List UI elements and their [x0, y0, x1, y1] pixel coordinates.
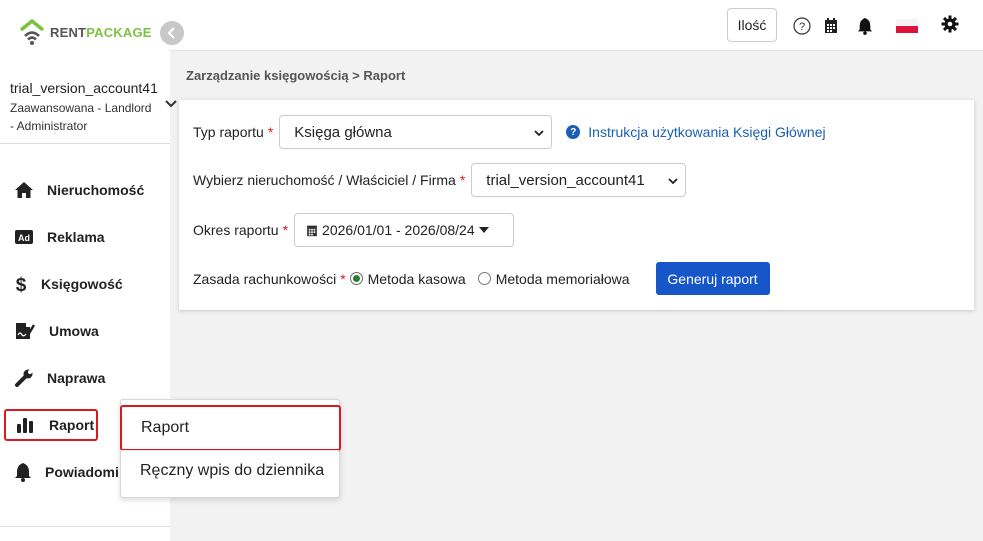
- help-circle-icon[interactable]: ?: [793, 17, 811, 35]
- report-type-label: Typ raportu: [193, 124, 264, 140]
- date-range-picker[interactable]: 2026/01/01 - 2026/08/24: [294, 213, 515, 247]
- brand-rent: RENT: [50, 24, 87, 40]
- sidebar-divider: [0, 143, 170, 144]
- report-type-row: Typ raportu * Księga główna ? Instrukcja…: [193, 115, 826, 149]
- account-info[interactable]: trial_version_account41 Zaawansowana - L…: [10, 80, 175, 135]
- generate-report-button[interactable]: Generuj raport: [655, 262, 770, 295]
- gear-icon[interactable]: [941, 15, 959, 33]
- house-wifi-logo-icon: [18, 18, 46, 46]
- ad-icon: Ad: [14, 227, 34, 247]
- flag-pl-icon[interactable]: [896, 17, 918, 35]
- quantity-button[interactable]: Ilość: [727, 8, 777, 42]
- radio-accrual-label[interactable]: Metoda memoriałowa: [496, 271, 630, 287]
- help-link[interactable]: ? Instrukcja użytkowania Księgi Głównej: [566, 124, 826, 140]
- brand-name: RENTPACKAGE: [50, 25, 152, 40]
- calendar-icon[interactable]: [822, 17, 840, 35]
- sidebar-divider: [0, 526, 170, 527]
- svg-text:$: $: [16, 275, 27, 294]
- sidebar-item-naprawa[interactable]: Naprawa: [4, 362, 105, 394]
- bell-icon[interactable]: [856, 17, 874, 35]
- submenu-item-journal-entry[interactable]: Ręczny wpis do dziennika: [121, 448, 341, 494]
- sidebar-item-raport[interactable]: Raport: [4, 409, 98, 441]
- required-mark: *: [282, 222, 289, 238]
- chevron-left-icon: [167, 27, 175, 39]
- property-label: Wybierz nieruchomość / Właściciel / Firm…: [193, 172, 456, 188]
- sidebar-item-label: Reklama: [47, 229, 105, 245]
- radio-cash[interactable]: [349, 272, 363, 285]
- chevron-down-icon[interactable]: [163, 96, 179, 112]
- signature-icon: [14, 321, 36, 341]
- period-label: Okres raportu: [193, 222, 279, 238]
- sidebar-item-ksiegowosc[interactable]: $ Księgowość: [4, 268, 123, 300]
- sidebar-item-label: Nieruchomość: [47, 182, 145, 198]
- collapse-sidebar-button[interactable]: [160, 21, 184, 45]
- dollar-icon: $: [14, 274, 28, 294]
- period-value: 2026/01/01 - 2026/08/24: [322, 222, 475, 238]
- period-row: Okres raportu * 2026/01/01 - 2026/08/24: [193, 213, 515, 247]
- sidebar-item-label: Księgowość: [41, 276, 123, 292]
- property-select[interactable]: trial_version_account41: [471, 163, 687, 197]
- house-icon: [14, 180, 34, 200]
- bell-icon: [14, 462, 32, 482]
- property-value: trial_version_account41: [486, 171, 645, 189]
- brand-package: PACKAGE: [86, 24, 152, 40]
- required-mark: *: [340, 270, 346, 287]
- svg-text:Ad: Ad: [18, 233, 30, 243]
- sidebar-item-label: Powiadomi: [45, 464, 119, 480]
- radio-accrual[interactable]: [477, 272, 491, 285]
- caret-down-icon: [478, 227, 489, 233]
- account-role-line1: Zaawansowana - Landlord: [10, 101, 152, 115]
- sidebar-item-label: Umowa: [49, 323, 99, 339]
- property-row: Wybierz nieruchomość / Właściciel / Firm…: [193, 163, 687, 197]
- required-mark: *: [459, 172, 466, 188]
- sidebar-item-nieruchomosc[interactable]: Nieruchomość: [4, 174, 144, 206]
- help-link-text: Instrukcja użytkowania Księgi Głównej: [588, 124, 826, 140]
- report-type-value: Księga główna: [294, 123, 392, 141]
- account-name: trial_version_account41: [10, 80, 158, 96]
- account-role-line2: - Administrator: [10, 119, 88, 133]
- report-type-select[interactable]: Księga główna: [279, 115, 553, 149]
- raport-submenu: Raport Ręczny wpis do dziennika: [120, 399, 341, 498]
- submenu-item-raport[interactable]: Raport: [120, 405, 341, 451]
- accounting-label: Zasada rachunkowości: [193, 270, 337, 287]
- question-circle-icon: ?: [566, 125, 581, 139]
- svg-text:?: ?: [799, 21, 805, 33]
- account-role: Zaawansowana - Landlord - Administrator: [10, 99, 175, 135]
- bar-chart-icon: [14, 415, 36, 435]
- sidebar-item-label: Naprawa: [47, 370, 106, 386]
- wrench-icon: [14, 368, 34, 388]
- required-mark: *: [267, 124, 274, 140]
- breadcrumb: Zarządzanie księgowością > Raport: [186, 68, 406, 83]
- sidebar-item-umowa[interactable]: Umowa: [4, 315, 99, 347]
- topbar: Ilość ?: [170, 0, 983, 51]
- chevron-down-icon: [533, 126, 545, 138]
- sidebar-item-label: Raport: [49, 417, 95, 433]
- sidebar-item-powiadomienia[interactable]: Powiadomi: [4, 456, 119, 488]
- report-form-card: Typ raportu * Księga główna ? Instrukcja…: [179, 100, 974, 310]
- accounting-row: Zasada rachunkowości * Metoda kasowa Met…: [193, 262, 770, 295]
- logo[interactable]: RENTPACKAGE: [18, 18, 152, 46]
- chevron-down-icon: [667, 174, 679, 186]
- calendar-icon: [306, 224, 318, 237]
- radio-cash-label[interactable]: Metoda kasowa: [368, 271, 466, 287]
- sidebar-item-reklama[interactable]: Ad Reklama: [4, 221, 105, 253]
